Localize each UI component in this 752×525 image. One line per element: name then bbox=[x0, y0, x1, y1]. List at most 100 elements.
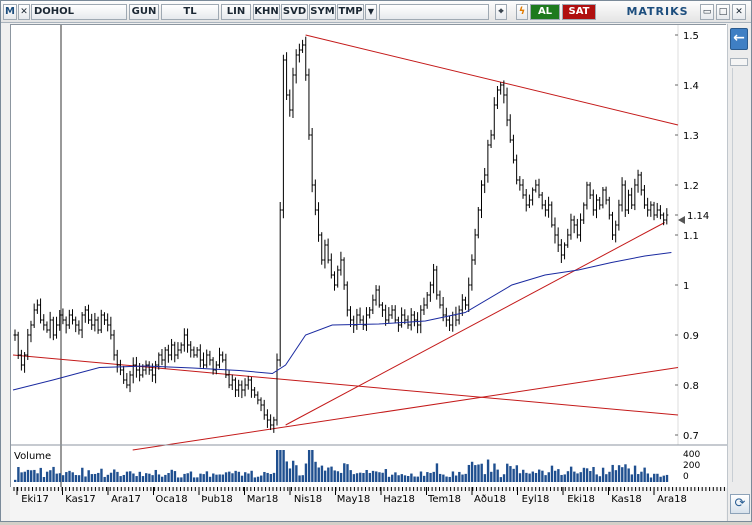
khn-button[interactable]: KHN bbox=[253, 4, 280, 20]
volume-bar bbox=[202, 474, 205, 482]
close-window-icon[interactable]: ✕ bbox=[732, 4, 746, 20]
volume-bar bbox=[624, 464, 627, 482]
volume-bar bbox=[368, 473, 372, 482]
volume-bar bbox=[649, 477, 653, 482]
volume-bar bbox=[167, 473, 170, 482]
sell-button[interactable]: SAT bbox=[562, 4, 596, 20]
volume-bar bbox=[467, 464, 471, 482]
volume-bar bbox=[502, 474, 506, 482]
chart-area[interactable]: 1.5 1.4 1.3 1.2 1.14 1.1 1 0.9 0.8 0.7 Volume 400… bbox=[10, 24, 727, 488]
tmp-button[interactable]: TMP bbox=[337, 4, 364, 20]
minimize-icon[interactable]: ▭ bbox=[700, 4, 714, 20]
maximize-icon[interactable]: □ bbox=[716, 4, 730, 20]
volume-bar bbox=[662, 475, 666, 482]
close-symbol-icon[interactable]: ✕ bbox=[18, 4, 30, 20]
volume-bar bbox=[253, 477, 257, 482]
menu-m-button[interactable]: M bbox=[3, 4, 17, 20]
chart-window: M ✕ DOHOL GUN TL LIN KHN SVD SYM TMP ▼ ⌖… bbox=[0, 0, 752, 522]
lightning-icon[interactable]: ϟ bbox=[516, 4, 528, 20]
volume-bar bbox=[416, 476, 419, 482]
panel-tab[interactable] bbox=[730, 58, 748, 66]
y-axis-label: 1.1 bbox=[683, 231, 699, 242]
arrow-left-icon[interactable]: ← bbox=[730, 28, 748, 50]
volume-bar bbox=[480, 463, 483, 482]
volume-bar bbox=[240, 475, 244, 482]
volume-bar bbox=[125, 471, 129, 482]
date-axis[interactable]: Eki17 Kas17 Ara17 Oca18 Þub18 Mar18 Nis18 May18… bbox=[10, 487, 726, 521]
scale-button[interactable]: LIN bbox=[221, 4, 251, 20]
panel-scrollbar[interactable] bbox=[732, 68, 746, 482]
volume-bar bbox=[311, 450, 314, 482]
volume-bar bbox=[279, 450, 282, 482]
volume-bar bbox=[595, 474, 598, 482]
volume-bar bbox=[397, 475, 400, 482]
refresh-icon[interactable]: ⟳ bbox=[730, 494, 750, 514]
volume-bar bbox=[97, 472, 100, 482]
volume-bar bbox=[493, 463, 496, 482]
volume-bar bbox=[272, 472, 276, 482]
volume-bar bbox=[304, 463, 308, 482]
volume-bar bbox=[538, 469, 541, 482]
volume-bar bbox=[512, 468, 515, 482]
volume-bar bbox=[36, 473, 39, 482]
volume-bar bbox=[180, 477, 183, 482]
volume-bar bbox=[553, 470, 557, 482]
volume-bar bbox=[71, 472, 74, 482]
volume-bar bbox=[151, 475, 154, 482]
volume-bar bbox=[490, 471, 493, 482]
volume-bar bbox=[432, 471, 435, 482]
dropdown-arrow-icon[interactable]: ▼ bbox=[365, 4, 377, 20]
period-button[interactable]: GUN bbox=[129, 4, 159, 20]
volume-bar bbox=[218, 474, 221, 482]
symbol-field[interactable]: DOHOL bbox=[31, 4, 127, 20]
svd-button[interactable]: SVD bbox=[281, 4, 308, 20]
volume-axis-label: 200 bbox=[683, 461, 700, 471]
volume-bar bbox=[196, 477, 199, 482]
volume-bar bbox=[585, 468, 589, 482]
volume-bar bbox=[349, 470, 352, 482]
volume-bar bbox=[288, 468, 292, 482]
volume-bar bbox=[454, 475, 458, 482]
volume-bar bbox=[119, 476, 122, 482]
volume-bar bbox=[375, 471, 378, 482]
y-axis-label: 0.7 bbox=[683, 431, 699, 442]
volume-bar bbox=[154, 469, 157, 482]
volume-bar bbox=[640, 471, 643, 482]
volume-bar bbox=[598, 476, 602, 482]
volume-bar bbox=[515, 465, 519, 482]
volume-bar bbox=[429, 472, 432, 482]
currency-button[interactable]: TL bbox=[161, 4, 219, 20]
volume-bar bbox=[486, 459, 490, 482]
volume-bar bbox=[237, 471, 241, 482]
volume-bar bbox=[109, 472, 113, 482]
y-axis-label: 1 bbox=[683, 281, 689, 292]
volume-bar bbox=[579, 472, 582, 482]
volume-bar bbox=[352, 474, 356, 482]
scroll-icon[interactable]: ⌖ bbox=[495, 4, 507, 20]
volume-bar bbox=[176, 477, 180, 482]
sym-button[interactable]: SYM bbox=[309, 4, 336, 20]
volume-bar bbox=[630, 474, 634, 482]
volume-bar bbox=[531, 471, 535, 482]
volume-bar bbox=[419, 471, 423, 482]
buy-button[interactable]: AL bbox=[530, 4, 560, 20]
volume-bar bbox=[135, 476, 138, 482]
volume-bar bbox=[183, 473, 186, 482]
y-axis-label: 0.8 bbox=[683, 381, 699, 392]
volume-bar bbox=[55, 473, 58, 482]
x-axis-label: Tem18 bbox=[427, 494, 461, 505]
volume-bar bbox=[442, 474, 445, 482]
price-chart[interactable]: 1.5 1.4 1.3 1.2 1.14 1.1 1 0.9 0.8 0.7 Volume 400… bbox=[11, 25, 727, 488]
volume-axis-label: 0 bbox=[683, 472, 689, 482]
volume-bar bbox=[435, 463, 439, 482]
volume-bar bbox=[627, 468, 630, 482]
volume-bar bbox=[224, 472, 228, 482]
volume-bar bbox=[339, 472, 343, 482]
volume-bar bbox=[659, 476, 662, 482]
toolbar-spacer-field[interactable] bbox=[379, 4, 489, 20]
volume-bar bbox=[330, 466, 333, 482]
volume-bar bbox=[582, 467, 586, 482]
volume-bar bbox=[544, 475, 547, 482]
volume-bar bbox=[378, 472, 381, 482]
volume-bar bbox=[528, 473, 531, 482]
